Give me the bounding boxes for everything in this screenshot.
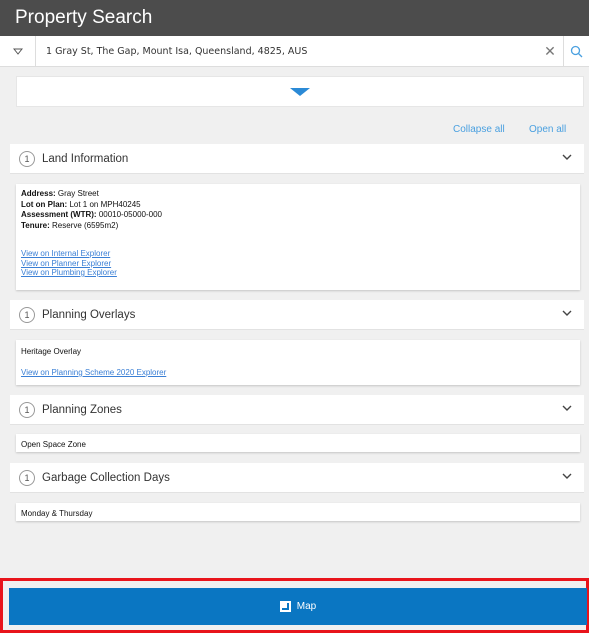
section-title: Planning Zones xyxy=(42,403,122,416)
section-header-land-information[interactable]: 1 Land Information xyxy=(10,144,584,174)
collection-days-item: Monday & Thursday xyxy=(21,509,93,518)
section-header-planning-zones[interactable]: 1 Planning Zones xyxy=(10,395,584,425)
clear-search-button[interactable]: ✕ xyxy=(538,36,562,67)
chevron-down-icon xyxy=(562,405,572,411)
collapse-all-link[interactable]: Collapse all xyxy=(453,124,505,135)
open-all-link[interactable]: Open all xyxy=(529,124,566,135)
chevron-down-icon xyxy=(562,310,572,316)
link-plumbing-explorer[interactable]: View on Plumbing Explorer xyxy=(21,268,575,278)
section-title: Planning Overlays xyxy=(42,308,136,321)
section-header-planning-overlays[interactable]: 1 Planning Overlays xyxy=(10,300,584,330)
caret-down-icon xyxy=(290,87,310,96)
search-icon xyxy=(570,45,583,58)
chevron-down-icon xyxy=(562,473,572,479)
app-title: Property Search xyxy=(15,7,153,28)
result-count-badge: 1 xyxy=(19,150,35,167)
detail-assessment: Assessment (WTR): 00010-05000-000 xyxy=(21,210,162,219)
section-body-land-information: Address: Gray Street Lot on Plan: Lot 1 … xyxy=(16,184,580,290)
result-count-badge: 1 xyxy=(19,469,35,486)
search-button[interactable] xyxy=(563,36,589,67)
section-body-planning-overlays: Heritage Overlay View on Planning Scheme… xyxy=(16,340,580,385)
panel-collapse-toggle[interactable] xyxy=(16,76,584,107)
result-count-badge: 1 xyxy=(19,306,35,323)
search-input[interactable]: 1 Gray St, The Gap, Mount Isa, Queenslan… xyxy=(46,36,526,67)
map-button-label: Map xyxy=(296,601,317,612)
link-planner-explorer[interactable]: View on Planner Explorer xyxy=(21,259,575,269)
section-body-planning-zones: Open Space Zone xyxy=(16,434,580,452)
section-title: Garbage Collection Days xyxy=(42,471,170,484)
link-internal-explorer[interactable]: View on Internal Explorer xyxy=(21,249,575,259)
zone-item: Open Space Zone xyxy=(21,440,86,449)
search-bar: 1 Gray St, The Gap, Mount Isa, Queenslan… xyxy=(0,36,589,67)
section-header-garbage-collection[interactable]: 1 Garbage Collection Days xyxy=(10,463,584,493)
triangle-down-icon xyxy=(12,48,23,55)
detail-tenure: Tenure: Reserve (6595m2) xyxy=(21,220,119,230)
close-icon: ✕ xyxy=(544,43,556,60)
chevron-down-icon xyxy=(562,154,572,160)
section-title: Land Information xyxy=(42,152,129,165)
result-count-badge: 1 xyxy=(19,401,35,418)
section-body-garbage-collection: Monday & Thursday xyxy=(16,503,580,521)
map-icon xyxy=(279,601,291,612)
map-button[interactable]: Map xyxy=(9,588,587,625)
app-title-bar: Property Search xyxy=(0,0,589,36)
link-planning-scheme-explorer[interactable]: View on Planning Scheme 2020 Explorer xyxy=(21,368,575,378)
detail-lot-on-plan: Lot on Plan: Lot 1 on MPH40245 xyxy=(21,199,141,209)
detail-address: Address: Gray Street xyxy=(21,189,99,198)
search-options-toggle[interactable] xyxy=(0,36,36,67)
overlay-item: Heritage Overlay xyxy=(21,347,82,356)
